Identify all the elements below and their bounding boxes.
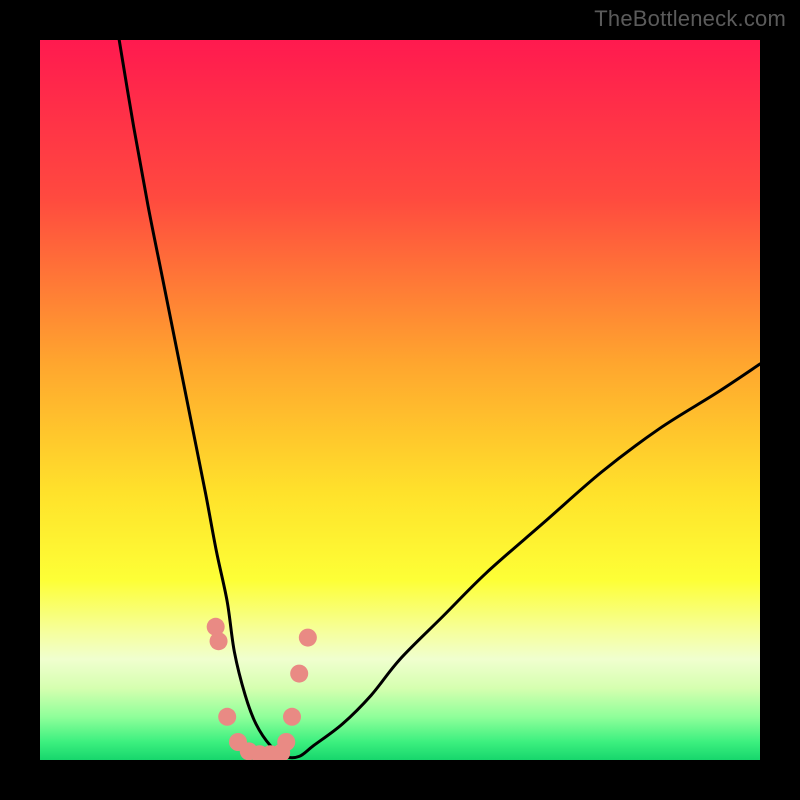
curve-layer [40,40,760,760]
marker-dot [277,733,295,751]
marker-dot [210,632,228,650]
marker-dot [283,708,301,726]
marker-dot [218,708,236,726]
watermark-text: TheBottleneck.com [594,6,786,32]
plot-area [40,40,760,760]
marker-dot [290,665,308,683]
marker-dots [207,618,317,760]
marker-dot [299,629,317,647]
chart-frame: TheBottleneck.com [0,0,800,800]
bottleneck-curve [119,40,760,758]
